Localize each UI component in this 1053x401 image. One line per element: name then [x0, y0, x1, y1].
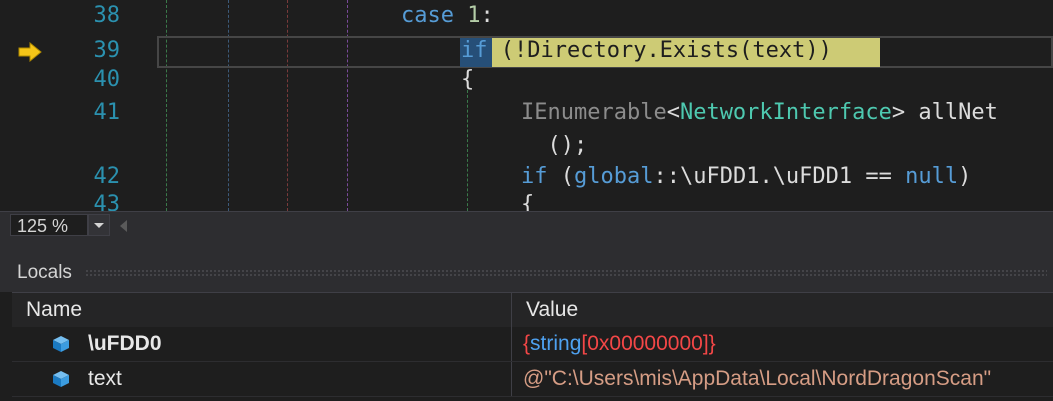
line-number: 43: [93, 192, 121, 211]
line-number: 40: [93, 67, 121, 92]
code-line-43[interactable]: {: [521, 190, 534, 211]
variable-cube-icon: [53, 336, 69, 352]
keyword: if: [521, 164, 548, 189]
panel-splitter[interactable]: [0, 240, 1053, 254]
code-line-39[interactable]: if (!Directory.Exists(text)): [461, 36, 832, 66]
code-line-41[interactable]: IEnumerable<NetworkInterface> allNet: [521, 98, 998, 128]
type-name: NetworkInterface: [679, 100, 892, 125]
column-divider: [511, 327, 512, 361]
scroll-left-icon[interactable]: [120, 220, 127, 232]
zoom-level-input[interactable]: 125 %: [10, 214, 88, 236]
code-text: <: [666, 100, 680, 125]
column-header-value[interactable]: Value: [526, 298, 578, 322]
locals-panel-header[interactable]: Locals: [0, 254, 1053, 292]
locals-column-headers: Name Value: [12, 292, 1053, 328]
keyword: case: [401, 3, 454, 28]
variable-name: \uFDD0: [88, 332, 162, 355]
keyword: if: [461, 38, 488, 63]
locals-row[interactable]: text @"C:\Users\mis\AppData\Local\NordDr…: [12, 362, 1053, 397]
value-type: string: [530, 332, 582, 355]
indent-guide: [228, 0, 229, 211]
indent-guide: [347, 0, 348, 211]
zoom-dropdown-button[interactable]: [88, 214, 110, 236]
column-divider: [511, 362, 512, 396]
indent-guide: [467, 90, 468, 211]
variable-value[interactable]: {string[0x00000000]}: [523, 332, 716, 356]
variable-name: text: [88, 367, 122, 390]
line-number: 39: [93, 38, 121, 63]
column-header-name[interactable]: Name: [26, 298, 82, 322]
column-divider[interactable]: [511, 293, 512, 327]
code-line-40[interactable]: {: [461, 65, 474, 95]
variable-value[interactable]: @"C:\Users\mis\AppData\Local\NordDragonS…: [523, 367, 991, 391]
code-text: (!Directory.Exists(text)): [487, 38, 832, 63]
value-body: [0x00000000]: [581, 332, 709, 355]
variable-cube-icon: [53, 371, 69, 387]
editor-zoom-bar: 125 %: [0, 211, 1053, 240]
code-line-41-wrap[interactable]: ();: [521, 131, 587, 161]
code-editor[interactable]: 38 39 40 41 42 43 case 1: if (!Directory…: [0, 0, 1053, 211]
execution-arrow-icon[interactable]: [18, 42, 42, 62]
code-text: (: [547, 164, 574, 189]
line-number: 38: [93, 3, 121, 28]
code-text: ): [958, 164, 972, 189]
line-number: 41: [93, 100, 121, 125]
value-brace: }: [708, 332, 716, 355]
type-name: IEnumerable: [521, 100, 667, 125]
code-line-42[interactable]: if (global::\uFDD1.\uFDD1 == null): [521, 162, 971, 192]
code-text: ::\uFDD1.\uFDD1 ==: [653, 164, 906, 189]
code-line-38[interactable]: case 1:: [401, 1, 494, 31]
number-literal: 1: [467, 3, 481, 28]
value-brace: {: [523, 332, 531, 355]
indent-guide: [166, 0, 167, 211]
keyword: null: [905, 164, 959, 189]
code-text: :: [480, 3, 494, 28]
panel-drag-grip[interactable]: [85, 269, 1047, 277]
locals-row[interactable]: \uFDD0 {string[0x00000000]}: [12, 327, 1053, 362]
keyword: global: [574, 164, 654, 189]
code-text: > allNet: [891, 100, 998, 125]
line-number: 42: [93, 164, 121, 189]
indent-guide: [287, 0, 288, 211]
indicator-margin[interactable]: [0, 0, 60, 211]
locals-panel-title: Locals: [17, 262, 72, 283]
